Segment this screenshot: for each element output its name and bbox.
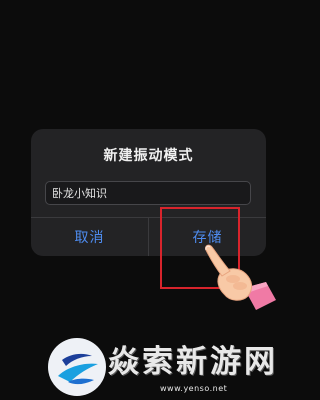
watermark-url: www.yenso.net	[160, 384, 228, 393]
pointing-hand-icon	[205, 244, 276, 310]
vibration-name-input[interactable]	[45, 181, 251, 205]
screen: 新建振动模式 取消 存储 焱索新游网 www.yenso.net	[0, 0, 299, 400]
cancel-button[interactable]: 取消	[31, 218, 148, 256]
site-logo-icon	[48, 338, 106, 396]
watermark-title: 焱索新游网	[108, 344, 278, 380]
dialog-title: 新建振动模式	[103, 148, 194, 164]
